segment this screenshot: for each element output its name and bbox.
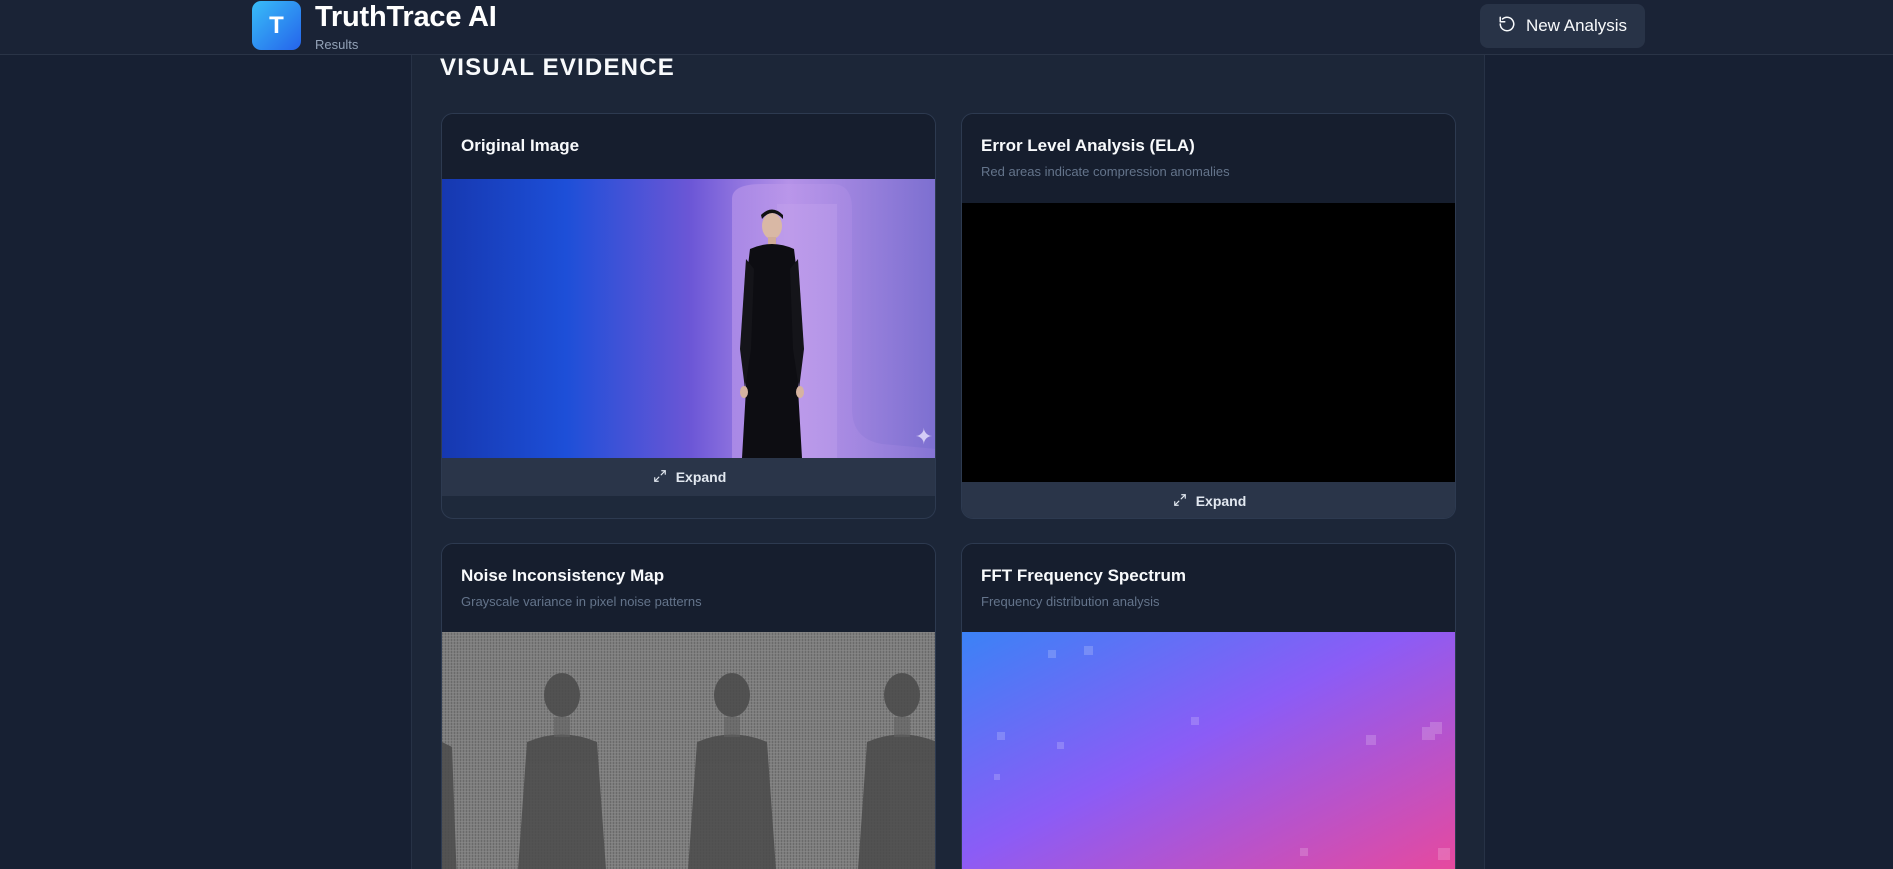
ela-image <box>962 203 1455 482</box>
expand-label: Expand <box>1195 493 1247 509</box>
app-title: TruthTrace AI <box>315 1 497 33</box>
page-subtitle: Results <box>315 37 359 52</box>
expand-label: Expand <box>675 469 727 485</box>
maximize-icon <box>653 469 667 486</box>
section-title: VISUAL EVIDENCE <box>440 54 675 81</box>
card-description: Frequency distribution analysis <box>981 594 1160 609</box>
expand-button[interactable]: Expand <box>962 482 1455 518</box>
card-header: Error Level Analysis (ELA) Red areas ind… <box>962 114 1455 203</box>
ela-card: Error Level Analysis (ELA) Red areas ind… <box>961 113 1456 519</box>
card-header: Noise Inconsistency Map Grayscale varian… <box>442 544 935 632</box>
new-analysis-button[interactable]: New Analysis <box>1480 4 1645 48</box>
original-image: ✦ <box>442 179 935 458</box>
card-title: FFT Frequency Spectrum <box>981 566 1186 585</box>
card-header: FFT Frequency Spectrum Frequency distrib… <box>962 544 1455 632</box>
card-description: Grayscale variance in pixel noise patter… <box>461 594 702 609</box>
app-logo: T <box>252 1 301 50</box>
card-title: Original Image <box>461 136 580 155</box>
card-header: Original Image <box>442 114 935 179</box>
rotate-ccw-icon <box>1498 15 1516 38</box>
card-title: Error Level Analysis (ELA) <box>981 136 1195 155</box>
fft-spectrum-image <box>962 632 1455 869</box>
new-analysis-label: New Analysis <box>1525 16 1628 35</box>
fft-spectrum-card: FFT Frequency Spectrum Frequency distrib… <box>961 543 1456 869</box>
maximize-icon <box>1173 493 1187 510</box>
expand-button[interactable]: Expand <box>442 458 935 496</box>
original-image-card: Original Image ✦ Expand <box>441 113 936 519</box>
noise-map-card: Noise Inconsistency Map Grayscale varian… <box>441 543 936 869</box>
card-title: Noise Inconsistency Map <box>461 566 665 585</box>
sparkle-icon: ✦ <box>914 424 933 449</box>
card-description: Red areas indicate compression anomalies <box>981 164 1230 179</box>
noise-map-image <box>442 632 935 869</box>
